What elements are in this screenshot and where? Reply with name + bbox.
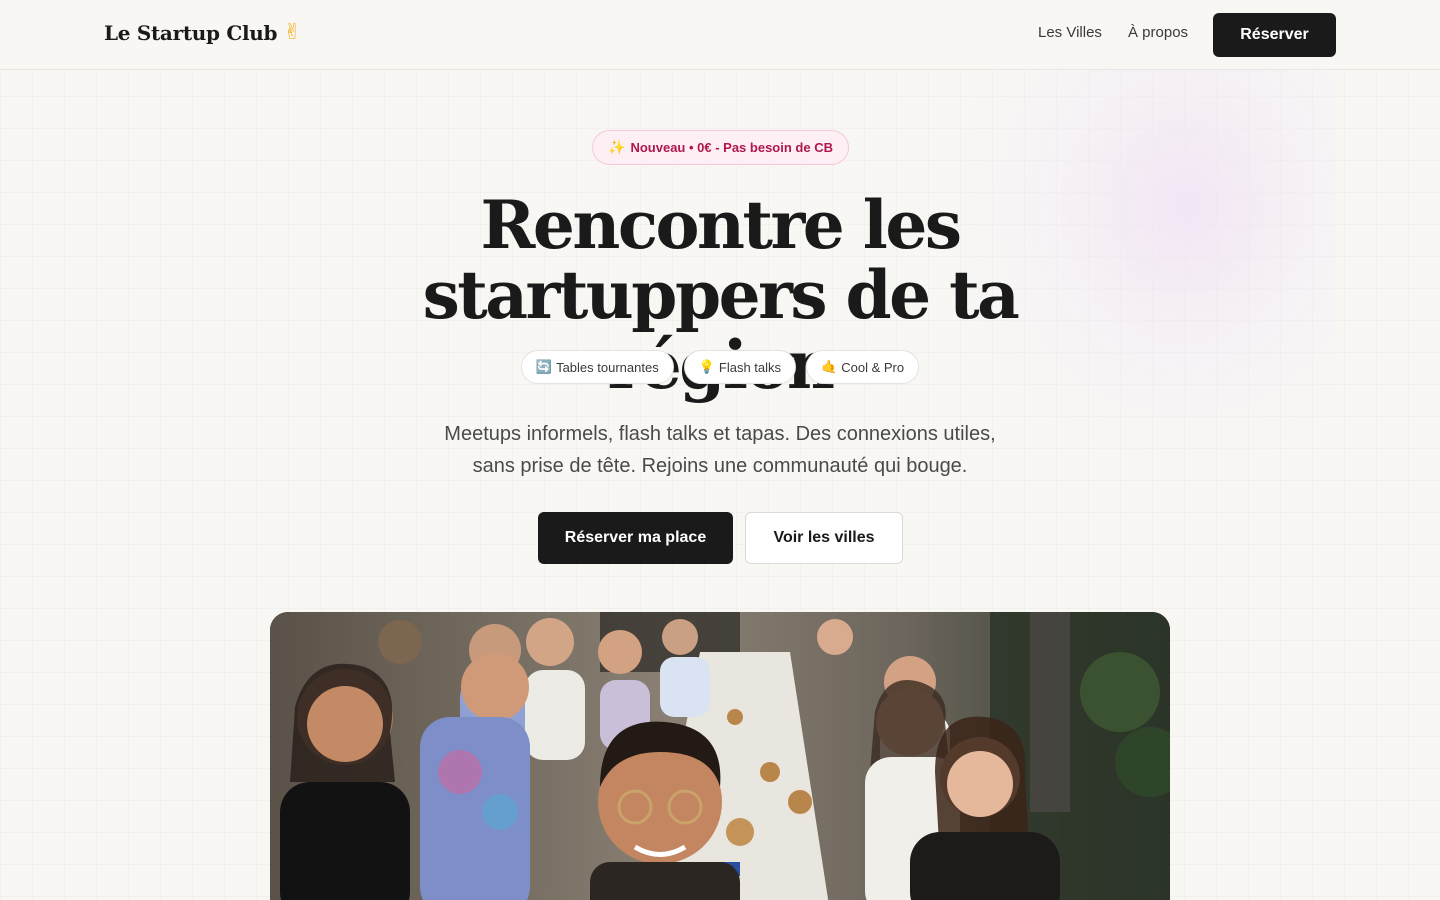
hero-description-line-2: sans prise de tête. Rejoins une communau…	[472, 455, 968, 477]
call-me-hand-icon: 🤙	[821, 359, 838, 375]
nav-link-villes[interactable]: Les Villes	[1038, 24, 1102, 41]
top-navigation: Le Startup Club ✌ Les Villes À propos Ré…	[0, 0, 1440, 70]
reserve-spot-button[interactable]: Réserver ma place	[538, 512, 733, 564]
nav-link-a-propos[interactable]: À propos	[1128, 24, 1188, 41]
brand-name: Le Startup Club	[104, 20, 278, 45]
view-cities-button[interactable]: Voir les villes	[745, 512, 903, 564]
tag-flash-talks: 💡 Flash talks	[683, 350, 797, 384]
promo-badge: ✨ Nouveau • 0€ - Pas besoin de CB	[592, 130, 849, 165]
tag-label: Tables tournantes	[556, 359, 659, 375]
reserve-button[interactable]: Réserver	[1213, 13, 1336, 57]
victory-hand-icon: ✌	[283, 20, 302, 45]
tag-label: Cool & Pro	[841, 359, 905, 375]
group-selfie-photo	[270, 612, 1170, 900]
feature-tags: 🔄 Tables tournantes 💡 Flash talks 🤙 Cool…	[0, 350, 1440, 384]
light-bulb-icon: 💡	[698, 359, 715, 375]
brand-logo[interactable]: Le Startup Club ✌	[104, 20, 302, 45]
page-title-line-1: Rencontre les	[480, 186, 962, 264]
hero-description-line-1: Meetups informels, flash talks et tapas.…	[444, 423, 996, 445]
photo-illustration	[270, 612, 1170, 900]
hero-description: Meetups informels, flash talks et tapas.…	[370, 418, 1070, 482]
rotate-arrows-icon: 🔄	[535, 359, 553, 375]
tag-tables-tournantes: 🔄 Tables tournantes	[520, 350, 674, 384]
tag-label: Flash talks	[718, 359, 782, 375]
sparkles-icon: ✨	[608, 139, 626, 156]
tag-cool-pro: 🤙 Cool & Pro	[806, 350, 920, 384]
promo-badge-text: Nouveau • 0€ - Pas besoin de CB	[630, 140, 833, 155]
